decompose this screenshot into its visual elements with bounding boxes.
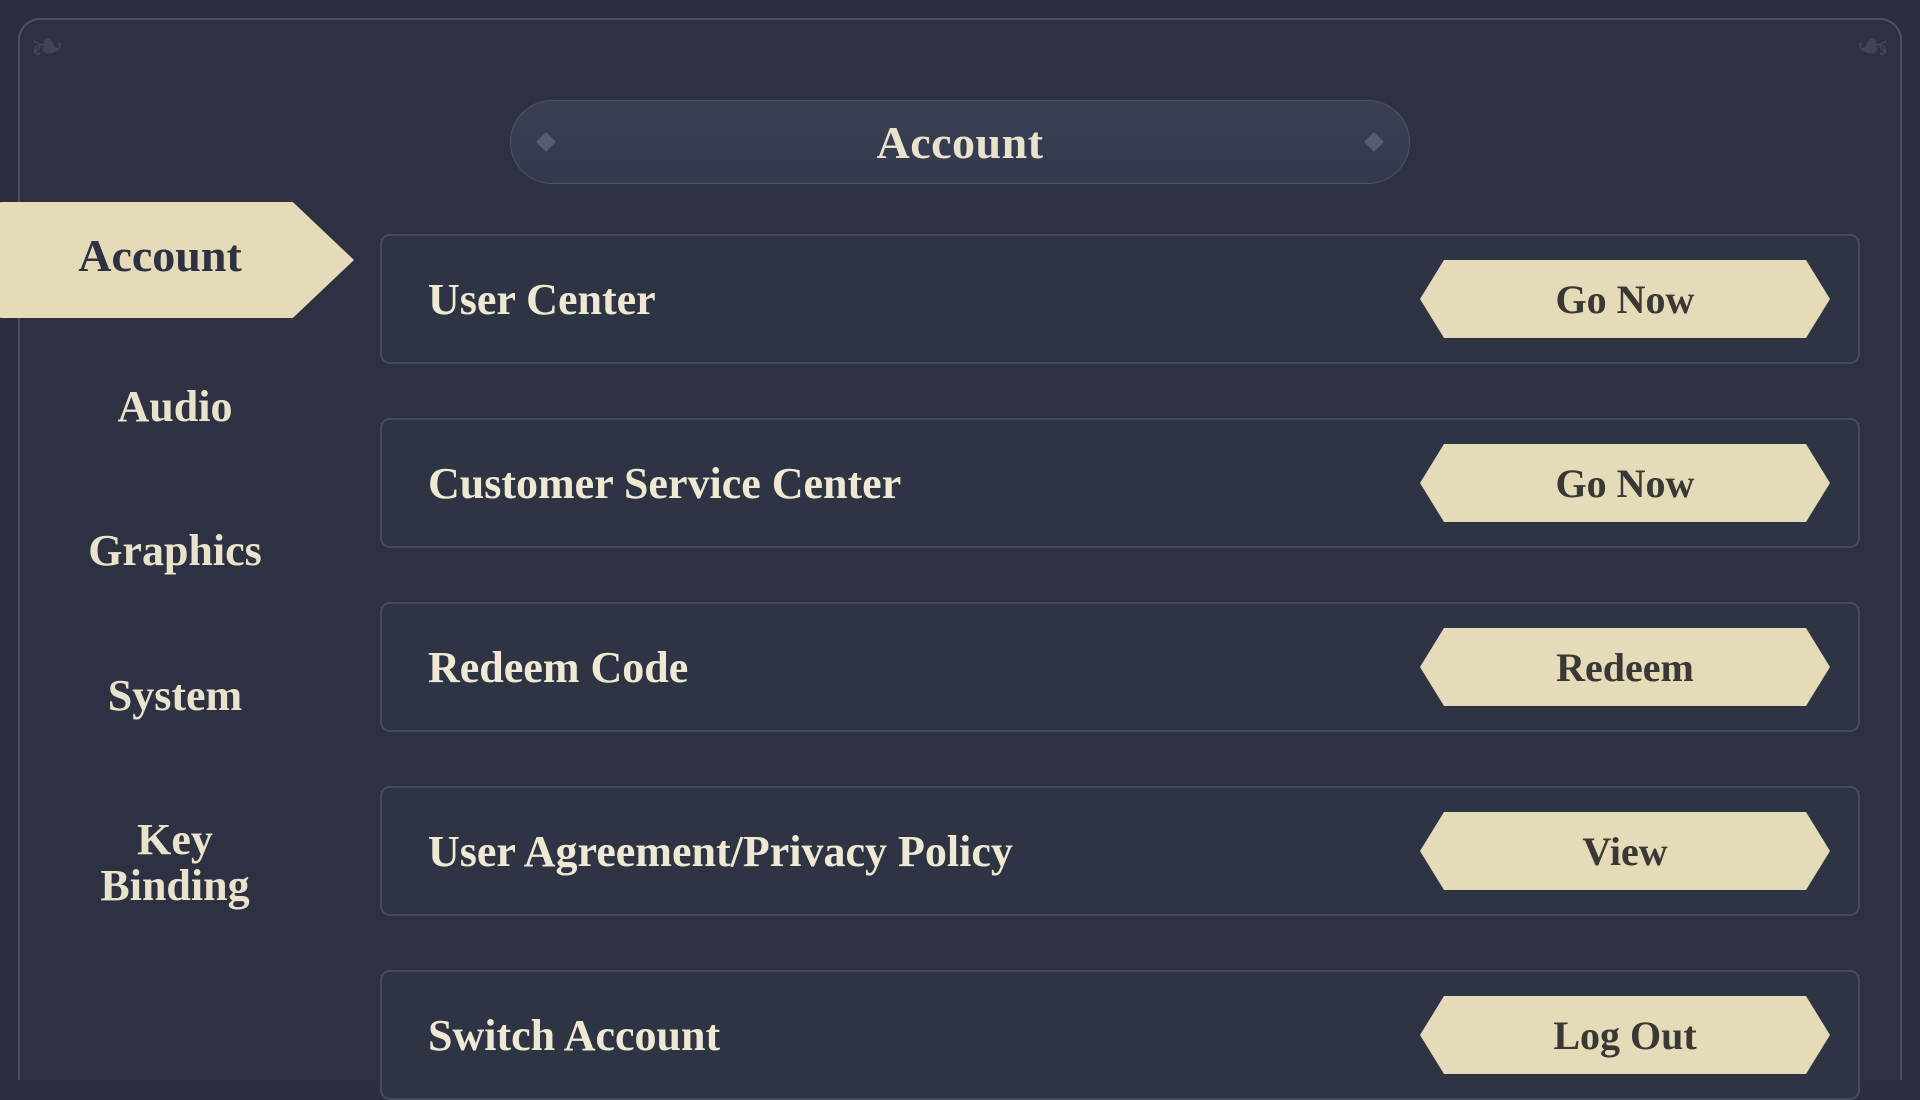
settings-content: User Center Go Now Customer Service Cent… [380, 234, 1860, 1100]
sidebar-tab-label: System [108, 671, 242, 720]
button-label: Log Out [1553, 1012, 1696, 1059]
sidebar-tab-label: Audio [118, 382, 233, 431]
row-user-center: User Center Go Now [380, 234, 1860, 364]
log-out-button[interactable]: Log Out [1420, 996, 1830, 1074]
section-title: Account [876, 116, 1043, 169]
row-redeem-code: Redeem Code Redeem [380, 602, 1860, 732]
row-label: Customer Service Center [428, 458, 901, 509]
redeem-button[interactable]: Redeem [1420, 628, 1830, 706]
sidebar-tab-graphics[interactable]: Graphics [20, 522, 330, 580]
settings-panel-frame: ❧ ❧ Account Account Audio Graphics Syste… [18, 18, 1902, 1080]
view-button[interactable]: View [1420, 812, 1830, 890]
sidebar-tab-audio[interactable]: Audio [20, 378, 330, 436]
button-label: Redeem [1556, 644, 1694, 691]
row-user-agreement: User Agreement/Privacy Policy View [380, 786, 1860, 916]
button-label: Go Now [1556, 276, 1695, 323]
sidebar-tab-account[interactable]: Account [20, 220, 330, 292]
row-customer-service-center: Customer Service Center Go Now [380, 418, 1860, 548]
row-label: User Center [428, 274, 656, 325]
corner-ornament-top-left: ❧ [26, 22, 79, 75]
settings-sidebar: Account Audio Graphics System Key Bindin… [20, 220, 330, 915]
row-switch-account: Switch Account Log Out [380, 970, 1860, 1100]
button-label: Go Now [1556, 460, 1695, 507]
sidebar-tab-system[interactable]: System [20, 667, 330, 725]
sidebar-tab-key-binding[interactable]: Key Binding [20, 811, 330, 915]
corner-ornament-top-right: ❧ [1840, 22, 1893, 75]
go-now-button[interactable]: Go Now [1420, 444, 1830, 522]
row-label: Switch Account [428, 1010, 720, 1061]
button-label: View [1582, 828, 1667, 875]
sidebar-tab-label: Account [0, 220, 330, 292]
row-label: User Agreement/Privacy Policy [428, 826, 1013, 877]
sidebar-tab-label: Graphics [88, 526, 262, 575]
row-label: Redeem Code [428, 642, 688, 693]
go-now-button[interactable]: Go Now [1420, 260, 1830, 338]
diamond-icon [536, 132, 556, 152]
sidebar-tab-label: Key Binding [100, 815, 249, 910]
section-title-ribbon: Account [510, 100, 1410, 184]
diamond-icon [1364, 132, 1384, 152]
